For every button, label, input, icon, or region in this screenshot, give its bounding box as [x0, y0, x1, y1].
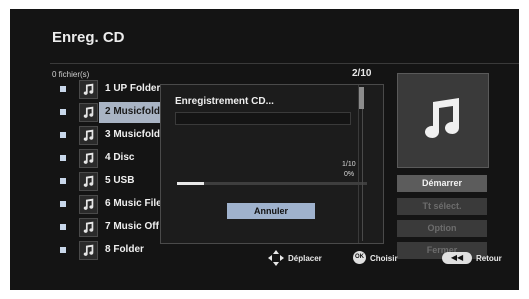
album-art	[397, 73, 489, 168]
track-label: 6 Music File	[105, 198, 162, 209]
track-checkbox[interactable]	[60, 178, 66, 184]
music-note-icon	[79, 80, 98, 99]
filename-field	[175, 112, 351, 125]
footer-hints: Déplacer OK Choisir ◀◀ Retour	[10, 238, 519, 278]
start-button[interactable]: Démarrer	[397, 175, 487, 192]
option-button[interactable]: Option	[397, 220, 487, 237]
progress-fill	[177, 182, 204, 185]
recording-dialog: Enregistrement CD... 1/10 0% Annuler	[160, 84, 384, 244]
dialog-title: Enregistrement CD...	[175, 96, 274, 107]
track-label: 3 Musicfolde	[105, 129, 166, 140]
file-count: 0 fichier(s)	[52, 70, 90, 79]
cd-record-screen: Enreg. CD 0 fichier(s) 2/10 1 UP Folder 2…	[10, 9, 519, 290]
track-checkbox[interactable]	[60, 86, 66, 92]
scrollbar-thumb[interactable]	[359, 87, 364, 109]
track-label: 4 Disc	[105, 152, 135, 163]
dpad-arrows-icon	[268, 250, 284, 266]
track-checkbox[interactable]	[60, 109, 66, 115]
progress-bar	[177, 182, 367, 185]
progress-percent: 0%	[344, 171, 355, 178]
page-indicator: 2/10	[352, 68, 372, 79]
music-note-icon	[79, 126, 98, 145]
progress-fraction: 1/10	[342, 161, 356, 168]
music-note-icon	[79, 103, 98, 122]
music-note-icon	[79, 149, 98, 168]
choose-hint: Choisir	[370, 254, 398, 263]
title-divider	[50, 63, 519, 64]
track-label: 2 Musicfolde	[105, 106, 166, 117]
track-label: 1 UP Folder	[105, 83, 161, 94]
track-checkbox[interactable]	[60, 201, 66, 207]
music-note-icon	[79, 195, 98, 214]
back-hint: Retour	[476, 254, 502, 263]
move-hint: Déplacer	[288, 254, 322, 263]
track-checkbox[interactable]	[60, 224, 66, 230]
track-label: 7 Music Off	[105, 221, 159, 232]
cancel-button[interactable]: Annuler	[227, 203, 315, 219]
back-button-icon: ◀◀	[442, 252, 472, 264]
scrollbar-track[interactable]	[362, 87, 363, 241]
music-note-icon	[425, 98, 459, 138]
track-checkbox[interactable]	[60, 132, 66, 138]
track-checkbox[interactable]	[60, 155, 66, 161]
select-all-button[interactable]: Tt sélect.	[397, 198, 487, 215]
music-note-icon	[79, 218, 98, 237]
track-label: 5 USB	[105, 175, 135, 186]
music-note-icon	[79, 172, 98, 191]
page-title: Enreg. CD	[52, 29, 125, 46]
ok-button-icon: OK	[353, 251, 366, 264]
